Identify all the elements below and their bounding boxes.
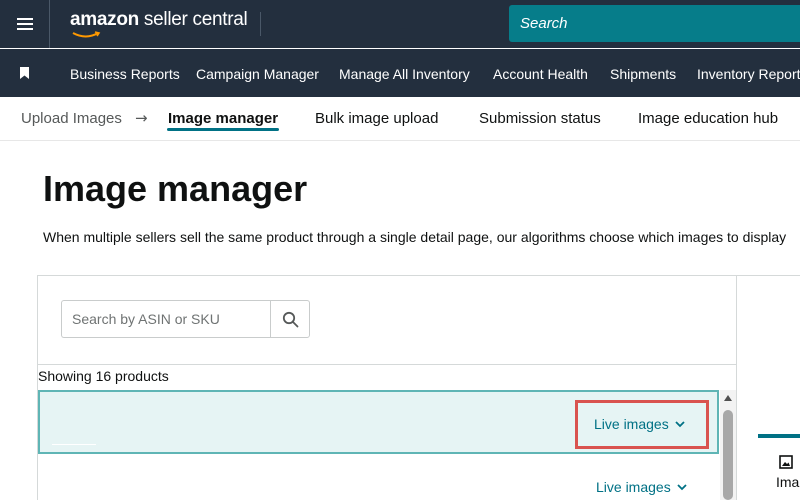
row-placeholder-line: [52, 444, 96, 445]
nav-item-business-reports[interactable]: Business Reports: [70, 66, 180, 82]
tab-image-manager[interactable]: Image manager: [168, 110, 278, 127]
sub-tabs: Upload Images → Image manager Bulk image…: [0, 97, 800, 141]
hamburger-icon: [16, 18, 33, 30]
scroll-up-arrow-icon[interactable]: [724, 395, 732, 401]
logo-brand: amazon: [70, 9, 139, 30]
tab-submission-status[interactable]: Submission status: [479, 110, 601, 127]
menu-button[interactable]: [0, 0, 50, 48]
details-tab-indicator: [758, 434, 800, 438]
asin-sku-search-input[interactable]: [61, 300, 271, 338]
scroll-thumb[interactable]: [723, 410, 733, 500]
live-images-dropdown[interactable]: Live images: [596, 479, 687, 495]
tab-image-education-hub[interactable]: Image education hub: [638, 110, 778, 127]
bookmark-icon[interactable]: [19, 67, 30, 79]
top-header: amazon seller central Search: [0, 0, 800, 48]
active-tab-indicator: [167, 128, 279, 131]
nav-item-manage-all-inventory[interactable]: Manage All Inventory: [339, 66, 470, 82]
product-count: Showing 16 products: [38, 364, 736, 389]
header-divider: [260, 12, 261, 36]
details-tab-label[interactable]: Ima: [776, 474, 799, 490]
nav-item-shipments[interactable]: Shipments: [610, 66, 676, 82]
page-title: Image manager: [43, 168, 308, 209]
nav-item-account-health[interactable]: Account Health: [493, 66, 588, 82]
page-description: When multiple sellers sell the same prod…: [43, 229, 787, 245]
tab-upload-images[interactable]: Upload Images: [21, 110, 122, 127]
nav-bar: Business Reports Campaign Manager Manage…: [0, 49, 800, 97]
logo-sub: seller central: [138, 9, 248, 30]
search-button[interactable]: [270, 300, 310, 338]
global-search-placeholder: Search: [520, 15, 568, 32]
arrow-right-icon: →: [135, 109, 148, 127]
smile-icon: [72, 31, 101, 38]
live-images-label: Live images: [596, 479, 671, 495]
nav-item-campaign-manager[interactable]: Campaign Manager: [196, 66, 319, 82]
seller-central-logo[interactable]: amazon seller central: [70, 9, 248, 39]
tab-bulk-image-upload[interactable]: Bulk image upload: [315, 110, 438, 127]
image-icon: [779, 455, 793, 469]
global-search-input[interactable]: Search: [509, 5, 800, 42]
highlight-box: [575, 400, 709, 449]
magnifier-icon: [282, 311, 298, 327]
chevron-down-icon: [677, 483, 687, 490]
nav-item-inventory-reports[interactable]: Inventory Reports: [697, 66, 800, 82]
